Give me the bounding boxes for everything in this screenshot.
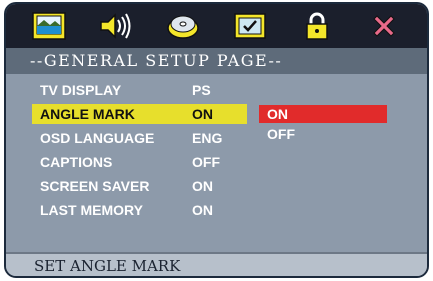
setting-value: ON	[192, 106, 213, 122]
setting-value: ON	[192, 178, 213, 194]
setting-row-last-memory[interactable]: LAST MEMORY ON	[32, 200, 247, 220]
setting-label: LAST MEMORY	[40, 202, 143, 218]
option-on[interactable]: ON	[259, 105, 387, 123]
setting-value: ON	[192, 202, 213, 218]
page-title: --GENERAL SETUP PAGE--	[6, 48, 427, 74]
setting-value: PS	[192, 82, 211, 98]
close-icon[interactable]	[364, 9, 404, 43]
setup-window: --GENERAL SETUP PAGE-- TV DISPLAY PS ANG…	[4, 2, 429, 278]
setting-value: ENG	[192, 130, 223, 146]
setting-label: SCREEN SAVER	[40, 178, 150, 194]
display-icon[interactable]	[29, 9, 69, 43]
option-off[interactable]: OFF	[259, 125, 387, 143]
option-label: ON	[267, 106, 288, 122]
setting-label: OSD LANGUAGE	[40, 130, 155, 146]
setting-row-captions[interactable]: CAPTIONS OFF	[32, 152, 247, 172]
option-label: OFF	[267, 126, 295, 142]
lock-icon[interactable]	[297, 9, 337, 43]
toolbar	[6, 4, 427, 48]
setting-row-tv-display[interactable]: TV DISPLAY PS	[32, 80, 247, 100]
setting-label: CAPTIONS	[40, 154, 113, 170]
setting-row-angle-mark[interactable]: ANGLE MARK ON	[32, 104, 247, 124]
status-bar: SET ANGLE MARK	[6, 252, 427, 276]
speaker-icon[interactable]	[96, 9, 136, 43]
checkbox-icon[interactable]	[230, 9, 270, 43]
setting-row-screen-saver[interactable]: SCREEN SAVER ON	[32, 176, 247, 196]
setting-value: OFF	[192, 154, 220, 170]
setting-row-osd-language[interactable]: OSD LANGUAGE ENG	[32, 128, 247, 148]
disc-icon[interactable]	[163, 9, 203, 43]
settings-panel: TV DISPLAY PS ANGLE MARK ON OSD LANGUAGE…	[6, 74, 427, 256]
setting-label: TV DISPLAY	[40, 82, 122, 98]
setting-label: ANGLE MARK	[40, 106, 135, 122]
